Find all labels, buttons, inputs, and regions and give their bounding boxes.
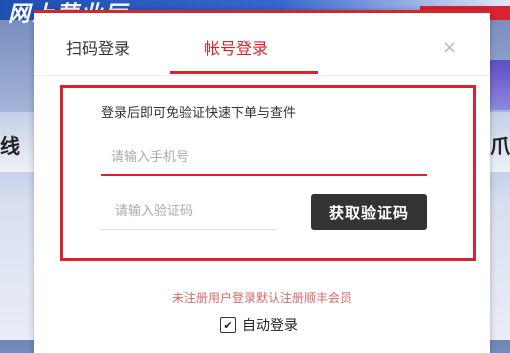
active-tab-indicator: [170, 71, 318, 74]
verification-code-input[interactable]: [101, 194, 277, 230]
background-left-text: 线: [0, 134, 20, 158]
login-tabs: 扫码登录 帐号登录 ×: [34, 13, 490, 76]
login-hint: 登录后即可免验证快速下单与查件: [101, 106, 297, 121]
auto-login-option[interactable]: ✔ 自动登录: [220, 315, 298, 335]
registration-notice: 未注册用户登录默认注册顺丰会员: [171, 291, 352, 305]
phone-input[interactable]: [101, 140, 427, 176]
auto-login-label: 自动登录: [242, 318, 298, 334]
tab-qr-login[interactable]: 扫码登录: [66, 35, 130, 59]
background-right-accent: [490, 60, 510, 110]
login-form: 登录后即可免验证快速下单与查件 获取验证码: [60, 85, 476, 261]
get-code-button[interactable]: 获取验证码: [311, 194, 427, 230]
auto-login-checkbox[interactable]: ✔: [220, 317, 236, 333]
close-icon[interactable]: ×: [442, 37, 457, 58]
login-dialog: 扫码登录 帐号登录 × 登录后即可免验证快速下单与查件 获取验证码 未注册用户登…: [34, 10, 490, 353]
tab-account-login[interactable]: 帐号登录: [204, 35, 268, 59]
background-right-text: 爪: [490, 134, 510, 158]
